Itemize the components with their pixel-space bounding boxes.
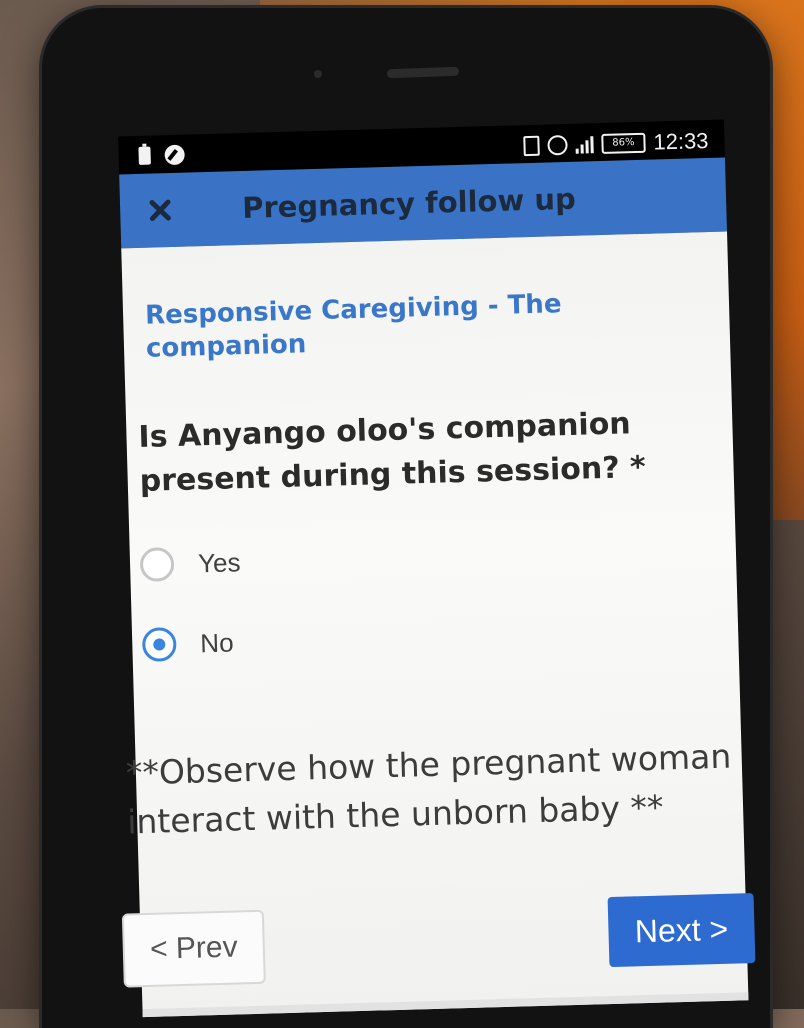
status-time: 12:33 (653, 127, 709, 155)
status-right-icons: 86% 12:33 (523, 128, 709, 159)
option-no[interactable]: No (141, 625, 234, 662)
vibrate-icon (523, 135, 540, 157)
next-button[interactable]: Next > (607, 893, 756, 968)
page-title: Pregnancy follow up (241, 181, 577, 226)
phone-screen: 86% 12:33 Pregnancy follow up Responsive… (118, 119, 756, 1018)
option-yes[interactable]: Yes (139, 545, 241, 583)
radio-yes[interactable] (139, 547, 175, 583)
option-no-label: No (199, 626, 234, 658)
form-content: Responsive Caregiving - The companion Is… (121, 231, 756, 1018)
radio-no[interactable] (141, 627, 177, 662)
option-yes-label: Yes (197, 546, 241, 578)
prev-button[interactable]: < Prev (121, 909, 266, 988)
observation-note: **Observe how the pregnant woman interac… (125, 736, 732, 842)
question-label: Is Anyango oloo's companion present duri… (138, 406, 647, 499)
alarm-icon (547, 134, 568, 156)
battery-saver-icon (138, 146, 151, 165)
edit-icon (164, 144, 185, 166)
signal-icon (575, 135, 594, 154)
earpiece-speaker (386, 66, 460, 79)
close-icon (149, 199, 171, 222)
section-title: Responsive Caregiving - The companion (144, 289, 562, 364)
status-left-icons (138, 144, 185, 166)
close-button[interactable] (140, 190, 181, 231)
battery-icon: 86% (601, 132, 646, 154)
front-camera (314, 70, 322, 78)
